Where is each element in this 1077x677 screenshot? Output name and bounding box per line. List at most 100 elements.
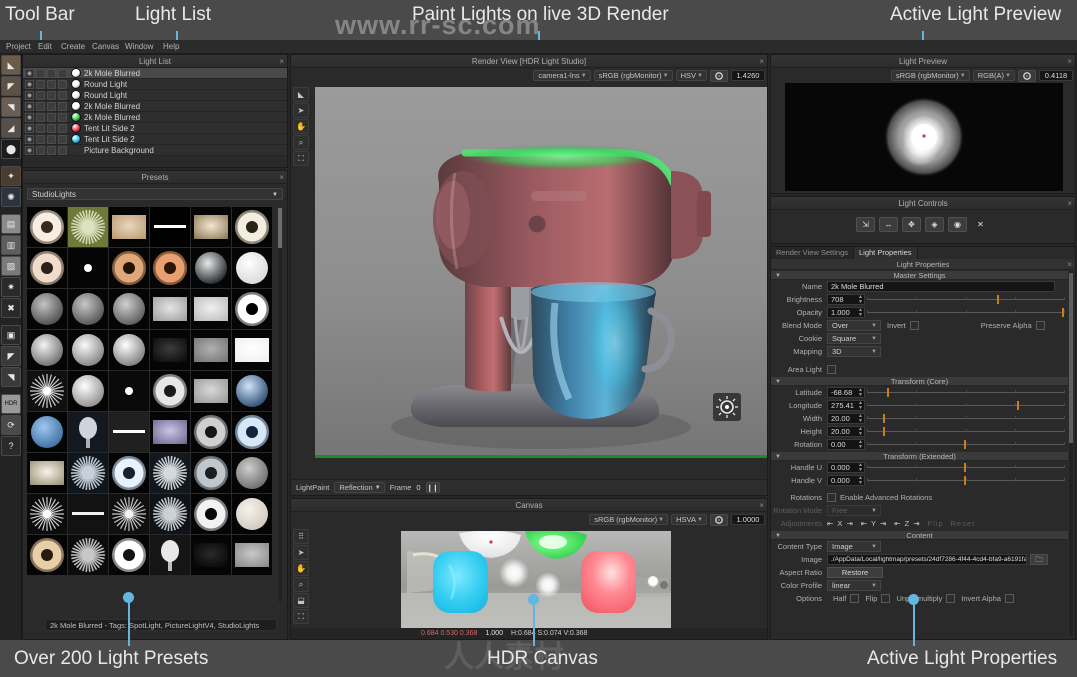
height-slider[interactable]	[867, 426, 1064, 437]
preset-star-light[interactable]	[27, 371, 67, 411]
lock-toggle[interactable]	[58, 69, 67, 78]
hdr-canvas-image[interactable]	[401, 531, 671, 632]
cookie-select[interactable]: Square ▼	[827, 333, 881, 344]
pause-button[interactable]: ❙❙	[426, 482, 440, 493]
preset-ring-bright[interactable]	[109, 535, 149, 575]
width-slider[interactable]	[867, 413, 1064, 424]
close-icon[interactable]: ×	[279, 55, 284, 68]
camera-select[interactable]: camera1-lns ▼	[533, 70, 590, 81]
help-tool-icon[interactable]: ?	[1, 436, 21, 456]
mute-toggle[interactable]	[47, 135, 56, 144]
render-view-image[interactable]	[315, 87, 767, 455]
lightpaint-mode-select[interactable]: Reflection ▼	[334, 482, 384, 493]
hdri-tool-icon[interactable]: HDR	[1, 394, 21, 414]
preset-dark-lamp[interactable]	[68, 412, 108, 452]
canvas-mode-select[interactable]: HSVA ▼	[671, 514, 707, 525]
content-type-select[interactable]: Image ▼	[827, 541, 881, 552]
preset-sphere-dim[interactable]	[232, 453, 272, 493]
visibility-toggle-icon[interactable]: ◉	[25, 146, 34, 155]
light-rotate-button[interactable]: ◈	[925, 217, 944, 232]
restore-button[interactable]: Restore	[827, 567, 883, 578]
menu-help[interactable]: Help	[159, 42, 183, 52]
visibility-toggle-icon[interactable]: ◉	[25, 69, 34, 78]
preset-star-burst[interactable]	[27, 494, 67, 534]
menu-window[interactable]: Window	[121, 42, 157, 52]
latitude-input[interactable]: -68.68▲▼	[827, 387, 865, 398]
canvas-exposure-value[interactable]: 1.0000	[731, 514, 765, 525]
axis-z-button[interactable]: ⇤ Z ⇥	[894, 519, 920, 528]
mute-toggle[interactable]	[47, 113, 56, 122]
preset-fan-light[interactable]	[150, 453, 190, 493]
spinner-icon[interactable]: ▲▼	[858, 463, 863, 473]
lock-toggle[interactable]	[58, 102, 67, 111]
image-tool-icon[interactable]: ▥	[1, 235, 21, 255]
solo-toggle[interactable]	[36, 69, 45, 78]
light-color-swatch[interactable]	[71, 90, 81, 100]
preset-softbox-warm[interactable]	[109, 207, 149, 247]
light-list-row[interactable]: ◉Tent Lit Side 2	[23, 134, 287, 145]
handle-v-slider[interactable]	[867, 475, 1064, 486]
enable-advanced-rotations-checkbox[interactable]	[827, 493, 836, 502]
light-color-swatch[interactable]	[71, 145, 81, 155]
handle-u-slider[interactable]	[867, 462, 1064, 473]
zoom-magnifier-icon[interactable]: ⌕	[293, 577, 309, 592]
solo-toggle[interactable]	[36, 80, 45, 89]
latitude-slider[interactable]	[867, 387, 1064, 398]
light-list-row[interactable]: ◉Tent Lit Side 2	[23, 123, 287, 134]
close-icon[interactable]: ×	[759, 499, 764, 512]
handle-v-input[interactable]: 0.000▲▼	[827, 475, 865, 486]
lock-toggle[interactable]	[58, 91, 67, 100]
preset-sphere-soft[interactable]	[109, 330, 149, 370]
preset-grid[interactable]	[27, 207, 277, 603]
light-sphere-tool-icon[interactable]: ⬤	[1, 139, 21, 159]
menu-edit[interactable]: Edit	[34, 42, 56, 52]
spinner-icon[interactable]: ▲▼	[858, 440, 863, 450]
preset-softbox-lit[interactable]	[27, 453, 67, 493]
visibility-toggle-icon[interactable]: ◉	[25, 113, 34, 122]
slider-handle[interactable]	[883, 414, 885, 423]
light-list-row[interactable]: ◉Round Light	[23, 79, 287, 90]
opacity-slider[interactable]	[867, 307, 1064, 318]
blend-tool-icon[interactable]: ▨	[1, 256, 21, 276]
slider-handle[interactable]	[1017, 401, 1019, 410]
preset-sphere-white-2[interactable]	[68, 330, 108, 370]
preset-black-ring[interactable]	[232, 289, 272, 329]
preset-sphere-white[interactable]	[27, 330, 67, 370]
light-paint-reflection-tool-icon[interactable]: ◤	[1, 76, 21, 96]
light-list-row[interactable]: ◉Picture Background	[23, 145, 287, 156]
light-shape-tool-icon[interactable]: ◥	[1, 367, 21, 387]
preset-star-burst-2[interactable]	[109, 494, 149, 534]
light-aim-button[interactable]: ◉	[948, 217, 967, 232]
preset-dark-plain[interactable]	[191, 535, 231, 575]
preset-fresnel-green[interactable]	[68, 207, 108, 247]
section-transform-core[interactable]: ▼ Transform (Core)	[771, 376, 1068, 386]
longitude-slider[interactable]	[867, 400, 1064, 411]
menu-canvas[interactable]: Canvas	[88, 42, 123, 52]
visibility-toggle-icon[interactable]: ◉	[25, 91, 34, 100]
preset-grey-sphere-2[interactable]	[68, 289, 108, 329]
preset-grad-soft[interactable]	[191, 289, 231, 329]
slider-handle[interactable]	[1062, 308, 1064, 317]
preset-sky-sphere[interactable]	[27, 412, 67, 452]
light-list-row[interactable]: ◉2k Mole Blurred	[23, 68, 287, 79]
preview-colorspace-select[interactable]: sRGB (rgbMonitor) ▼	[891, 70, 970, 81]
preset-whitebox[interactable]	[232, 330, 272, 370]
close-icon[interactable]: ×	[759, 55, 764, 68]
preset-strip-thin[interactable]	[150, 207, 190, 247]
color-profile-select[interactable]: linear ▼	[827, 580, 881, 591]
longitude-input[interactable]: 275.41▲▼	[827, 400, 865, 411]
fit-view-icon[interactable]: ⛶	[293, 609, 309, 624]
close-icon[interactable]: ×	[1067, 197, 1072, 210]
render-refresh-tool-icon[interactable]: ⟳	[1, 415, 21, 435]
light-paint-refraction-tool-icon[interactable]: ◥	[1, 97, 21, 117]
preset-fresnel-dark[interactable]	[68, 453, 108, 493]
select-arrow-icon[interactable]: ➤	[293, 545, 309, 560]
presets-collection-select[interactable]: StudioLights ▼	[27, 188, 283, 200]
mute-toggle[interactable]	[47, 146, 56, 155]
area-light-checkbox[interactable]	[827, 365, 836, 374]
menu-create[interactable]: Create	[57, 42, 89, 52]
fit-view-icon[interactable]: ⛶	[293, 151, 309, 166]
blend-mode-select[interactable]: Over ▼	[827, 320, 881, 331]
exposure-value[interactable]: 1.4260	[731, 70, 765, 81]
color-mode-select[interactable]: HSV ▼	[676, 70, 707, 81]
